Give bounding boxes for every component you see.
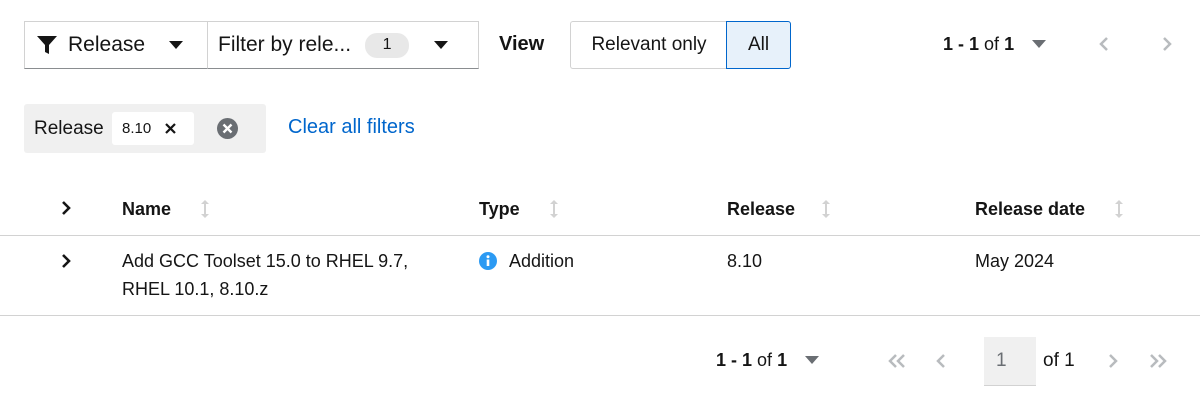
sort-icon[interactable] [200, 199, 210, 219]
angle-right-icon [1161, 36, 1173, 52]
angle-left-icon [935, 353, 947, 369]
pagination-of: of [984, 34, 1000, 54]
sort-icon[interactable] [549, 199, 559, 219]
expand-all-toggle[interactable] [60, 200, 72, 216]
angle-right-icon [1107, 353, 1119, 369]
clear-all-filters-link[interactable]: Clear all filters [288, 116, 415, 139]
filter-value-placeholder: Filter by rele... [218, 33, 352, 56]
info-icon [479, 252, 497, 270]
page-number-input[interactable]: 1 [984, 337, 1036, 386]
column-header-name[interactable]: Name [122, 199, 171, 220]
chip-label: 8.10 [122, 120, 152, 137]
times-circle-icon [217, 118, 238, 139]
page-of-total: of 1 [1043, 350, 1075, 371]
angle-left-icon [1098, 36, 1110, 52]
caret-down-icon [434, 40, 449, 50]
angle-double-left-icon [887, 353, 907, 369]
expand-row-toggle[interactable] [60, 253, 72, 269]
sort-icon[interactable] [1114, 199, 1124, 219]
toggle-all[interactable]: All [726, 21, 791, 69]
pagination-total: 1 [1004, 34, 1015, 54]
angle-right-icon [60, 253, 72, 269]
caret-down-icon [169, 40, 184, 50]
pagination-range: 1 - 1 [716, 350, 753, 370]
sort-icon[interactable] [821, 199, 831, 219]
pagination-total: 1 [777, 350, 788, 370]
chip-group-category: Release [34, 118, 104, 139]
filter-value-select[interactable]: Filter by rele... 1 [207, 21, 479, 69]
pagination-of: of [757, 350, 773, 370]
angle-right-icon [60, 200, 72, 216]
last-page-button[interactable] [1148, 353, 1168, 369]
bottom-pagination-summary: 1 - 1 of 1 [716, 350, 787, 371]
pagination-summary: 1 - 1 of 1 [943, 34, 1014, 55]
filter-attribute-label: Release [68, 33, 146, 56]
per-page-toggle[interactable] [1032, 40, 1046, 49]
pagination-range: 1 - 1 [943, 34, 980, 54]
angle-double-right-icon [1148, 353, 1168, 369]
filter-attribute-dropdown[interactable]: Release [24, 21, 207, 69]
cell-name: Add GCC Toolset 15.0 to RHEL 9.7, RHEL 1… [122, 247, 408, 303]
close-icon [165, 123, 176, 134]
next-page-button[interactable] [1161, 36, 1173, 52]
selected-count-badge: 1 [365, 32, 410, 58]
toggle-relevant-only[interactable]: Relevant only [570, 21, 727, 69]
cell-release-date: May 2024 [975, 251, 1055, 271]
column-header-type[interactable]: Type [479, 199, 520, 220]
divider [0, 235, 1200, 236]
cell-type: Addition [509, 251, 575, 271]
remove-chip-button[interactable] [165, 123, 176, 134]
view-label: View [499, 33, 545, 55]
divider [0, 315, 1200, 316]
cell-name-line: Add GCC Toolset 15.0 to RHEL 9.7, [122, 251, 409, 271]
filter-icon [36, 34, 58, 56]
per-page-toggle[interactable] [805, 356, 819, 365]
cell-release: 8.10 [727, 251, 763, 271]
previous-page-button[interactable] [935, 353, 947, 369]
cell-name-line: RHEL 10.1, 8.10.z [122, 279, 269, 299]
previous-page-button[interactable] [1098, 36, 1110, 52]
column-header-release-date[interactable]: Release date [975, 199, 1085, 220]
remove-chip-group-button[interactable] [217, 118, 238, 139]
next-page-button[interactable] [1107, 353, 1119, 369]
column-header-release[interactable]: Release [727, 199, 795, 220]
first-page-button[interactable] [887, 353, 907, 369]
filter-chip: 8.10 [112, 112, 194, 145]
